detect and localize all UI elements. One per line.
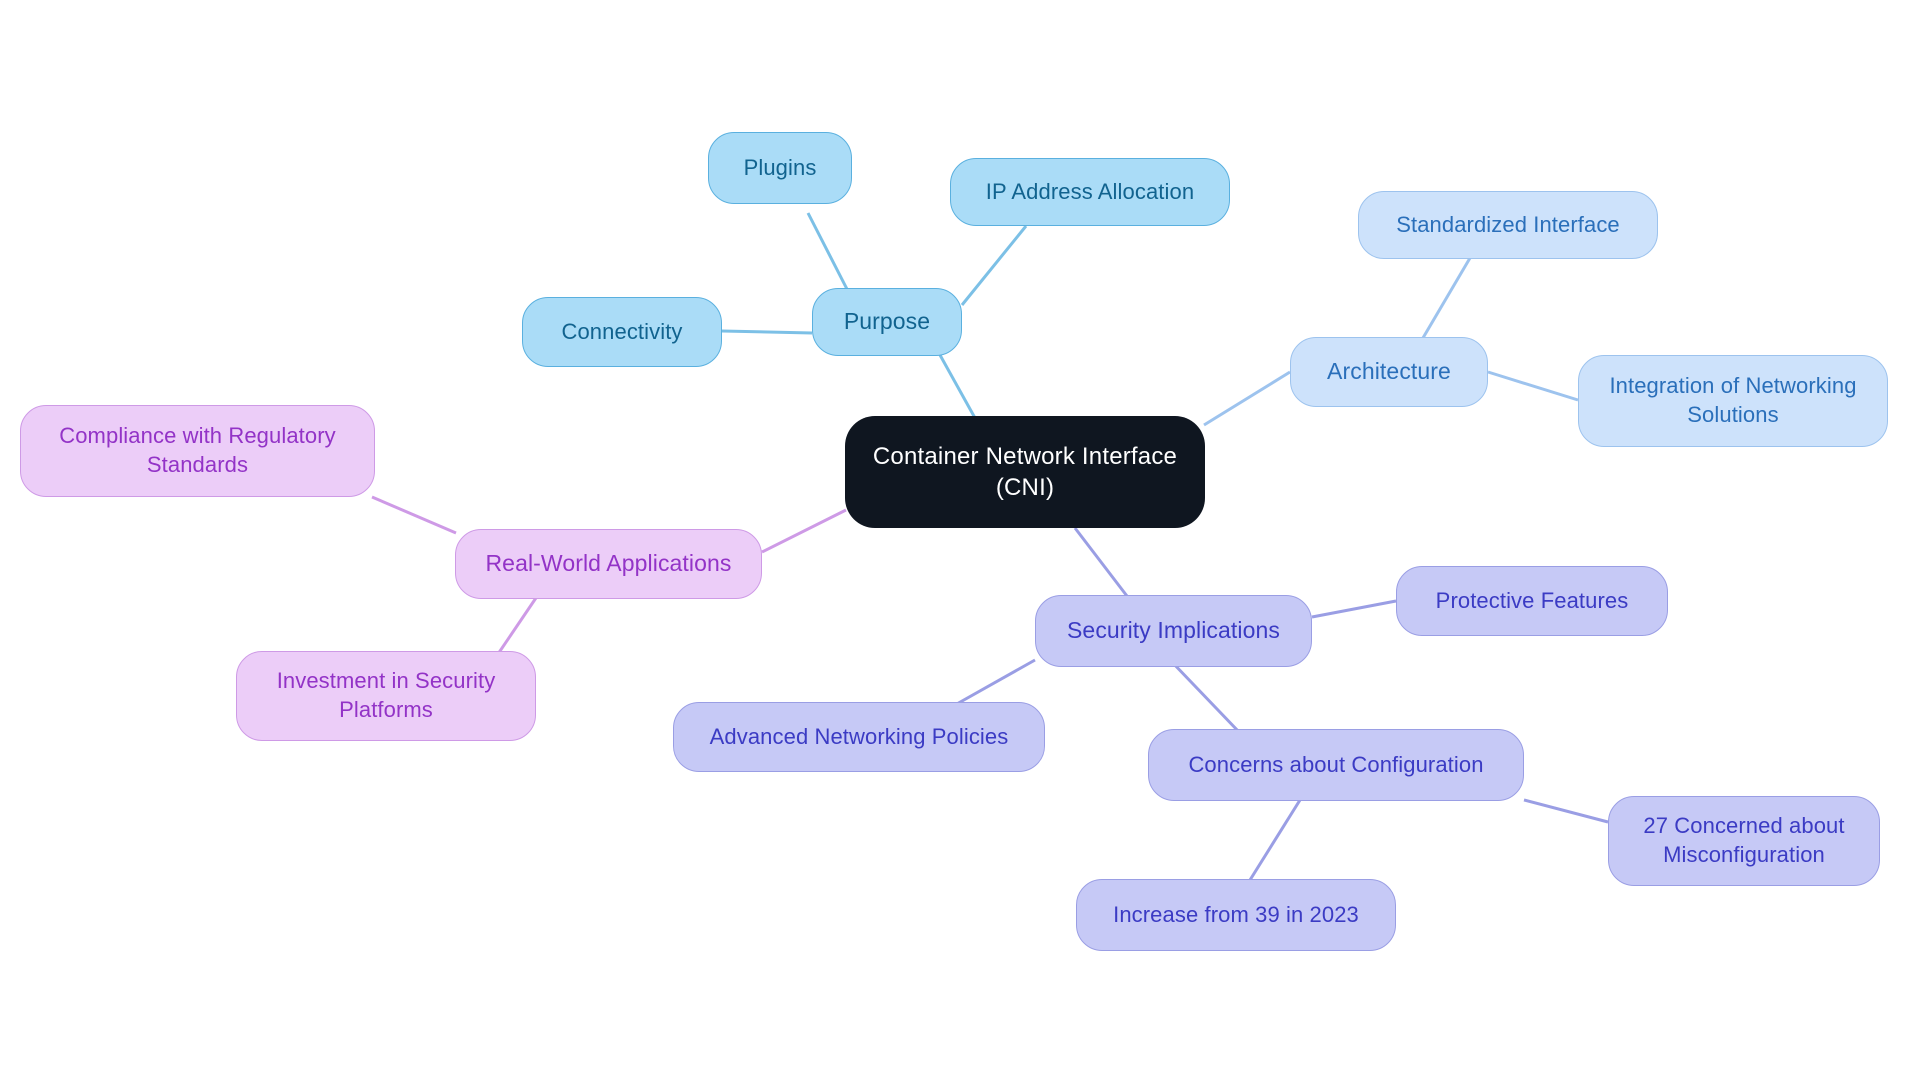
mindmap-canvas: Container Network Interface (CNI) Purpos… [0, 0, 1920, 1083]
edge-purpose-ip-address-allocation [960, 225, 1028, 306]
node-protective-features[interactable]: Protective Features [1396, 566, 1668, 636]
node-real-world-applications[interactable]: Real-World Applications [455, 529, 762, 599]
edge-purpose-plugins [806, 212, 852, 296]
edge-architecture-standardized-interface [1418, 257, 1472, 344]
node-increase-stat[interactable]: Increase from 39 in 2023 [1076, 879, 1396, 951]
edge-security-concerns [1168, 658, 1242, 735]
node-misconfiguration-stat[interactable]: 27 Concerned about Misconfiguration [1608, 796, 1880, 886]
edge-security-protective-features [1311, 599, 1397, 619]
edge-concerns-misconfiguration [1523, 798, 1609, 824]
edge-root-architecture [1203, 370, 1291, 427]
edge-concerns-increase [1248, 799, 1302, 881]
node-security-implications[interactable]: Security Implications [1035, 595, 1312, 667]
node-architecture[interactable]: Architecture [1290, 337, 1488, 407]
node-root[interactable]: Container Network Interface (CNI) [845, 416, 1205, 528]
edge-root-security [1073, 527, 1132, 601]
node-compliance-regulatory-standards[interactable]: Compliance with Regulatory Standards [20, 405, 375, 497]
node-ip-address-allocation[interactable]: IP Address Allocation [950, 158, 1230, 226]
edge-root-applications [761, 508, 847, 554]
node-plugins[interactable]: Plugins [708, 132, 852, 204]
edge-purpose-connectivity [721, 329, 813, 335]
node-advanced-networking-policies[interactable]: Advanced Networking Policies [673, 702, 1045, 772]
node-purpose[interactable]: Purpose [812, 288, 962, 356]
edge-root-purpose [938, 354, 977, 419]
edge-applications-compliance [371, 495, 457, 535]
node-investment-security-platforms[interactable]: Investment in Security Platforms [236, 651, 536, 741]
edge-architecture-integration [1487, 370, 1579, 402]
node-connectivity[interactable]: Connectivity [522, 297, 722, 367]
node-standardized-interface[interactable]: Standardized Interface [1358, 191, 1658, 259]
node-integration-of-networking-solutions[interactable]: Integration of Networking Solutions [1578, 355, 1888, 447]
node-concerns-about-configuration[interactable]: Concerns about Configuration [1148, 729, 1524, 801]
edge-security-advanced-policies [954, 658, 1036, 707]
edge-applications-investment [496, 591, 542, 655]
